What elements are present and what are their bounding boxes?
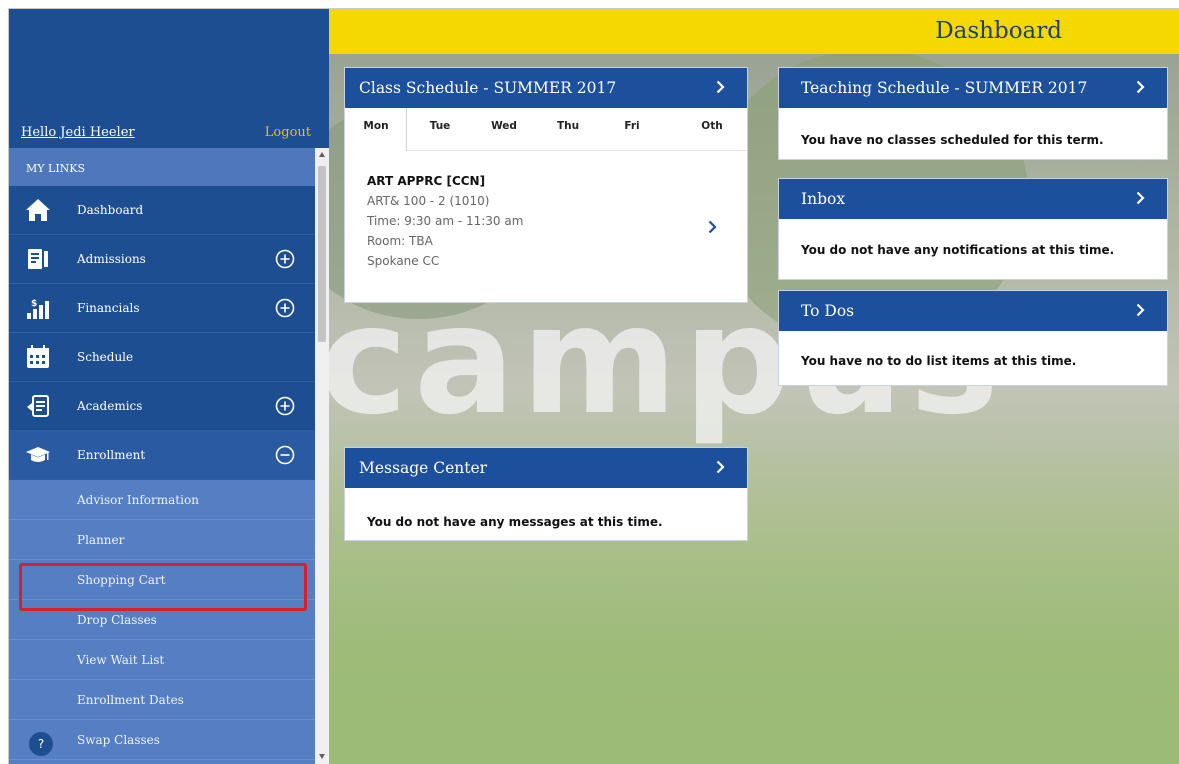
inbox-title: Inbox (801, 190, 846, 208)
todos-card: To Dos You have no to do list items at t… (778, 290, 1168, 386)
message-center-title: Message Center (359, 459, 488, 477)
plus-circle-icon[interactable] (275, 396, 295, 416)
day-tab-oth[interactable]: Oth (689, 120, 735, 132)
page-title: Dashboard (935, 18, 1062, 44)
class-schedule-card: Class Schedule - SUMMER 2017 Mon Tue Wed… (344, 67, 748, 303)
svg-text:$: $ (31, 299, 37, 309)
course-code: ART& 100 - 2 (1010) (367, 194, 490, 208)
inbox-card: Inbox You do not have any notifications … (778, 178, 1168, 280)
submenu-item-advisor-information[interactable]: Advisor Information (9, 480, 319, 520)
day-tab-thu[interactable]: Thu (545, 120, 591, 132)
todos-title: To Dos (801, 302, 855, 320)
day-tab-fri[interactable]: Fri (609, 120, 655, 132)
submenu-item-swap-classes[interactable]: Swap Classes (9, 720, 319, 760)
teaching-schedule-title: Teaching Schedule - SUMMER 2017 (801, 79, 1088, 97)
sidebar-item-enrollment[interactable]: Enrollment (9, 431, 319, 480)
submenu-item-view-wait-list[interactable]: View Wait List (9, 640, 319, 680)
submenu-item-label: Enrollment Dates (77, 693, 184, 707)
sidebar-scrollbar[interactable] (315, 148, 329, 764)
plus-circle-icon[interactable] (275, 298, 295, 318)
scroll-up-icon[interactable] (319, 152, 325, 157)
sidebar: Hello Jedi Heeler Logout MY LINKS Dashbo… (9, 9, 329, 764)
chevron-right-icon[interactable] (716, 460, 725, 474)
app-window: Hello Jedi Heeler Logout MY LINKS Dashbo… (8, 8, 1179, 764)
course-room: Room: TBA (367, 234, 433, 248)
my-links-header: MY LINKS (9, 148, 319, 186)
help-button[interactable]: ? (29, 732, 53, 756)
sidebar-item-dashboard[interactable]: Dashboard (9, 186, 319, 235)
plus-circle-icon[interactable] (275, 249, 295, 269)
class-schedule-header[interactable]: Class Schedule - SUMMER 2017 (345, 68, 747, 108)
sidebar-menu: MY LINKS Dashboard Admissions $ Financia… (9, 148, 319, 764)
graduation-cap-icon (26, 447, 50, 462)
chevron-right-icon[interactable] (1136, 191, 1145, 205)
sidebar-item-label: Schedule (77, 350, 134, 364)
chevron-right-icon[interactable] (716, 80, 725, 94)
home-icon (26, 199, 50, 221)
financials-icon: $ (27, 299, 49, 319)
course-title[interactable]: ART APPRC [CCN] (367, 174, 485, 188)
sidebar-item-schedule[interactable]: Schedule (9, 333, 319, 382)
day-tab-mon[interactable]: Mon (353, 120, 399, 132)
logout-link[interactable]: Logout (265, 125, 311, 140)
page-header: Dashboard (329, 9, 1179, 54)
main-content: campus Dashboard Class Schedule - SUMMER… (329, 9, 1179, 764)
day-tab-tue[interactable]: Tue (417, 120, 463, 132)
message-center-card: Message Center You do not have any messa… (344, 447, 748, 541)
sidebar-item-academics[interactable]: Academics (9, 382, 319, 431)
sidebar-item-label: Admissions (77, 252, 146, 266)
class-schedule-title: Class Schedule - SUMMER 2017 (359, 79, 617, 97)
chevron-right-icon[interactable] (1136, 303, 1145, 317)
shopping-cart-highlight (19, 563, 307, 611)
sidebar-item-label: Dashboard (77, 203, 144, 217)
sidebar-item-label: Financials (77, 301, 140, 315)
teaching-schedule-header[interactable]: Teaching Schedule - SUMMER 2017 (779, 68, 1167, 108)
day-tab-wed[interactable]: Wed (481, 120, 527, 132)
course-time: Time: 9:30 am - 11:30 am (367, 214, 524, 228)
chevron-right-icon[interactable] (1136, 80, 1145, 94)
inbox-header[interactable]: Inbox (779, 179, 1167, 219)
submenu-item-label: View Wait List (77, 653, 165, 667)
admissions-icon (28, 249, 48, 269)
inbox-message: You do not have any notifications at thi… (801, 243, 1115, 257)
todos-message: You have no to do list items at this tim… (801, 354, 1077, 368)
submenu-item-label: Drop Classes (77, 613, 157, 627)
sidebar-item-label: Academics (77, 399, 143, 413)
user-greeting-link[interactable]: Hello Jedi Heeler (21, 125, 135, 140)
submenu-item-label: Advisor Information (77, 493, 199, 507)
sidebar-item-admissions[interactable]: Admissions (9, 235, 319, 284)
submenu-item-label: Swap Classes (77, 733, 160, 747)
submenu-item-label: Planner (77, 533, 125, 547)
message-center-header[interactable]: Message Center (345, 448, 747, 488)
scrollbar-thumb[interactable] (318, 166, 326, 342)
sidebar-item-financials[interactable]: $ Financials (9, 284, 319, 333)
teaching-schedule-card: Teaching Schedule - SUMMER 2017 You have… (778, 67, 1168, 160)
teaching-schedule-message: You have no classes scheduled for this t… (801, 133, 1104, 147)
calendar-icon (27, 345, 49, 368)
message-center-message: You do not have any messages at this tim… (367, 515, 663, 529)
minus-circle-icon[interactable] (275, 445, 295, 465)
sidebar-item-label: Enrollment (77, 448, 146, 462)
academics-icon (27, 395, 49, 417)
submenu-item-enrollment-dates[interactable]: Enrollment Dates (9, 680, 319, 720)
course-campus: Spokane CC (367, 254, 440, 268)
submenu-item-planner[interactable]: Planner (9, 520, 319, 560)
scroll-down-icon[interactable] (319, 754, 325, 759)
chevron-right-icon[interactable] (708, 220, 717, 234)
todos-header[interactable]: To Dos (779, 291, 1167, 331)
user-greeting-row: Hello Jedi Heeler Logout (9, 117, 319, 147)
my-links-title: MY LINKS (26, 162, 86, 175)
